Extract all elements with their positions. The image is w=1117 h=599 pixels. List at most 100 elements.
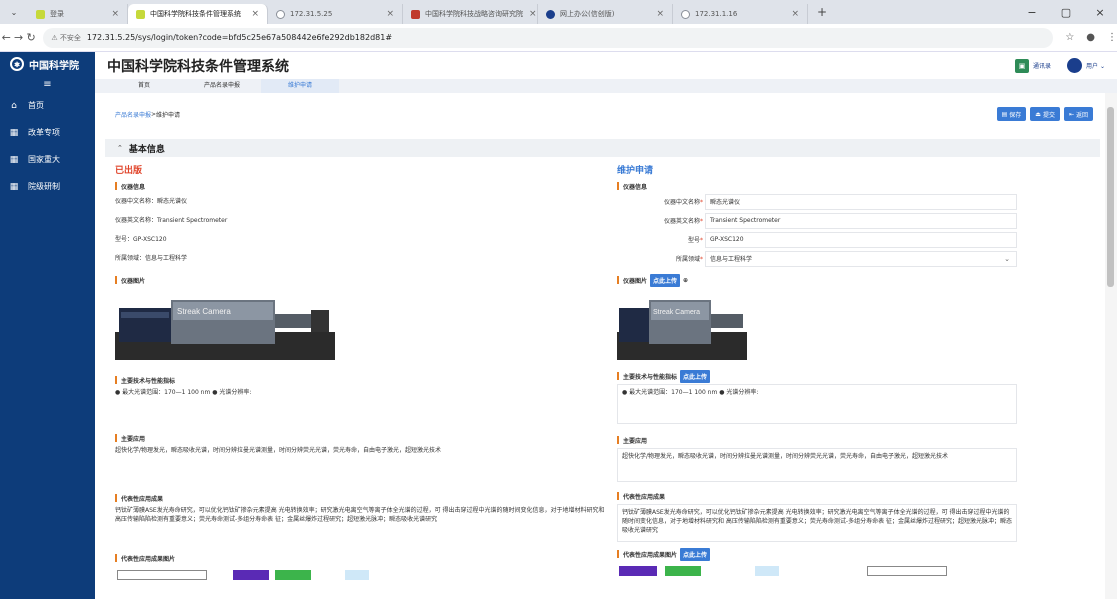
url-input[interactable]: ⚠ 不安全 172.31.5.25/sys/login/token?code=b… — [43, 27, 1054, 48]
globe-icon — [681, 9, 690, 19]
tab-label: 172.31.5.25 — [290, 10, 333, 18]
required-mark: * — [700, 199, 703, 206]
sidebar-item-label: 院级研制 — [28, 182, 60, 191]
user-menu[interactable]: 用户 ⌄ — [1086, 61, 1105, 70]
subheading: 主要应用 — [617, 434, 1017, 446]
sidebar-item-national[interactable]: ▦ 国家重大 — [0, 146, 95, 173]
scrollbar[interactable] — [1105, 93, 1117, 599]
browser-tab-ip[interactable]: 172.31.5.25 × — [268, 4, 403, 24]
sidebar: ✱ 中国科学院 ≡ ⌂ 首页 ▦ 改革专项 ▦ 国家重大 ▦ 院级研制 — [0, 52, 95, 599]
tab-label: 网上办公(信创版) — [560, 10, 615, 18]
field-select[interactable]: 信息与工程科学 ⌄ — [705, 250, 1017, 267]
contacts-icon[interactable]: ▣ — [1015, 58, 1030, 73]
subheading: 代表性应用成果 — [617, 490, 1017, 502]
tab-label: 中国科学院科技条件管理系统 — [150, 10, 241, 18]
application-textarea[interactable]: 超快化学/物理发光，瞬态吸收光谱，时间分辨拉曼光谱测量，时间分辨荧光光谱，荧光寿… — [617, 448, 1017, 482]
new-tab-button[interactable]: + — [808, 0, 836, 24]
result-image-thumb — [233, 570, 269, 580]
sidebar-item-home[interactable]: ⌂ 首页 — [0, 92, 95, 119]
browser-tab-ip2[interactable]: 172.31.1.16 × — [673, 4, 808, 24]
close-icon[interactable]: × — [380, 9, 394, 19]
sidebar-item-label: 改革专项 — [28, 128, 60, 137]
close-icon[interactable]: × — [105, 9, 119, 19]
submit-button[interactable]: ⏏ 提交 — [1030, 107, 1060, 121]
help-icon[interactable]: ⊕ — [683, 277, 688, 284]
required-mark: * — [700, 256, 703, 263]
submit-label: 提交 — [1042, 111, 1055, 119]
menu-toggle-icon[interactable]: ≡ — [0, 76, 95, 92]
label-text: 所属领域 — [675, 256, 700, 263]
form-row: 仪器中文名称* 瞬态光谱仪 — [617, 192, 1017, 211]
result-image-thumb — [275, 570, 311, 580]
close-icon[interactable]: × — [245, 9, 259, 19]
close-icon[interactable]: × — [785, 9, 799, 19]
application-text: 超快化学/物理发光，瞬态吸收光谱，时间分辨拉曼光谱测量，时间分辨荧光光谱，荧光寿… — [115, 447, 442, 454]
browser-tab-login[interactable]: 登录 × — [28, 4, 128, 24]
subheading-label: 代表性应用成果图片 — [121, 555, 176, 563]
sidebar-item-label: 首页 — [28, 101, 44, 110]
sidebar-item-institute[interactable]: ▦ 院级研制 — [0, 173, 95, 200]
en-name-input[interactable]: Transient Spectrometer — [705, 212, 1017, 229]
more-icon[interactable]: ⋮ — [1107, 32, 1117, 43]
breadcrumb-link[interactable]: 产品名录申报 — [115, 110, 151, 119]
breadcrumb: 产品名录申报 > 维护申请 — [95, 107, 1105, 121]
close-window-icon[interactable]: × — [1083, 6, 1117, 19]
back-icon: ⇤ — [1068, 110, 1074, 118]
logo-text: 中国科学院 — [29, 60, 79, 72]
window-controls: − ▢ × — [1015, 0, 1117, 24]
result-image-thumb — [665, 566, 701, 576]
model-input[interactable]: GP-XSC120 — [705, 231, 1017, 248]
save-button[interactable]: ▤ 保存 — [996, 107, 1027, 121]
star-icon[interactable]: ☆ — [1065, 32, 1074, 43]
left-title: 已出版 — [115, 166, 143, 176]
upload-button[interactable]: 点此上传 — [680, 547, 711, 561]
form-row: 仪器英文名称* Transient Spectrometer — [617, 211, 1017, 230]
close-icon[interactable]: × — [650, 9, 664, 19]
close-icon[interactable]: × — [523, 9, 537, 19]
insecure-label: 不安全 — [59, 33, 81, 42]
sidebar-item-reform[interactable]: ▦ 改革专项 — [0, 119, 95, 146]
cn-name-text: 仪器中文名称：瞬态光谱仪 — [115, 198, 188, 205]
subheading: 主要技术与性能指标 点此上传 — [617, 369, 1017, 383]
back-arrow-icon[interactable]: ← — [0, 31, 12, 44]
forward-arrow-icon[interactable]: → — [12, 31, 24, 44]
top-nav: 首页 产品名录申报 维护申请 — [95, 79, 1117, 93]
result-image-thumb — [755, 566, 779, 576]
tab-label: 登录 — [50, 10, 64, 18]
subheading-label: 主要技术与性能指标 — [623, 373, 678, 381]
back-button[interactable]: ⇤ 返回 — [1063, 107, 1093, 121]
maximize-icon[interactable]: ▢ — [1049, 6, 1083, 19]
tab-maintenance[interactable]: 维护申请 — [261, 79, 339, 93]
tab-home[interactable]: 首页 — [105, 79, 183, 93]
tab-product-catalog[interactable]: 产品名录申报 — [183, 79, 261, 93]
tech-text: ● 最大光谱范围：170—1 100 nm ● 光谱分辨率: — [115, 389, 252, 396]
avatar[interactable] — [1067, 58, 1083, 73]
address-bar: ← → ↻ ⚠ 不安全 172.31.5.25/sys/login/token?… — [0, 24, 1117, 52]
browser-tab-system[interactable]: 中国科学院科技条件管理系统 × — [128, 4, 268, 24]
label-text: 仪器中文名称 — [663, 199, 700, 206]
warning-icon[interactable]: ⚠ 不安全 — [51, 33, 81, 43]
browser-tab-office[interactable]: 网上办公(信创版) × — [538, 4, 673, 24]
leaf-icon — [36, 9, 45, 19]
upload-button[interactable]: 点此上传 — [650, 273, 681, 287]
tech-textarea[interactable]: ● 最大光谱范围：170—1 100 nm ● 光谱分辨率: — [617, 384, 1017, 424]
profile-icon[interactable]: ● — [1086, 32, 1095, 43]
browser-tab-casisd[interactable]: 中国科学院科技战略咨询研究院 × — [403, 4, 538, 24]
reload-icon[interactable]: ↻ — [25, 31, 37, 44]
office-icon — [546, 9, 555, 19]
subheading-label: 主要技术与性能指标 — [121, 377, 176, 385]
field-label: 所属领域* — [617, 254, 705, 263]
minimize-icon[interactable]: − — [1015, 6, 1049, 19]
scrollbar-thumb[interactable] — [1107, 107, 1114, 287]
upload-button[interactable]: 点此上传 — [680, 369, 711, 383]
subheading-label: 代表性应用成果 — [623, 493, 666, 501]
subheading: 代表性应用成果图片 — [115, 552, 610, 564]
submit-icon: ⏏ — [1035, 110, 1041, 118]
tab-search-button[interactable]: ⌄ — [0, 0, 28, 24]
result-image-thumb — [345, 570, 369, 580]
cn-name-input[interactable]: 瞬态光谱仪 — [705, 193, 1017, 210]
sidebar-item-label: 国家重大 — [28, 155, 60, 164]
section-header[interactable]: ⌃ 基本信息 — [105, 139, 1100, 157]
contacts-link[interactable]: 通讯录 — [1033, 61, 1051, 70]
result-textarea[interactable]: 钙钛矿薄膜ASE发光寿命研究，可以优化钙钛矿掺杂元素提高 光电转换效率；研究激光… — [617, 504, 1017, 542]
